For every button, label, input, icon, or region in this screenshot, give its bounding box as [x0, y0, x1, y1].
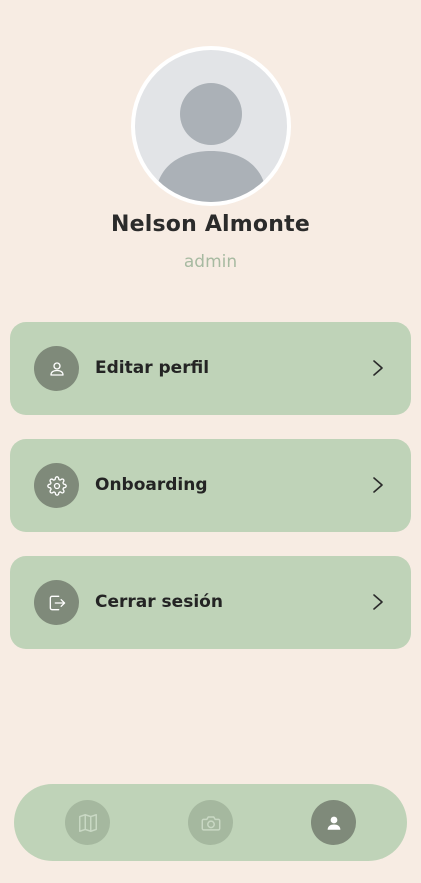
user-icon — [327, 816, 340, 830]
user-role: admin — [183, 252, 238, 272]
profile-avatar — [131, 46, 291, 206]
menu-item-label: Onboarding — [95, 475, 208, 495]
nav-profile-button[interactable] — [311, 800, 356, 845]
map-icon — [78, 813, 97, 832]
user-icon — [34, 346, 79, 391]
chevron-right-icon — [373, 594, 383, 610]
chevron-right-icon — [373, 477, 383, 493]
camera-icon — [201, 815, 220, 831]
gear-icon — [34, 463, 79, 508]
bottom-navigation — [14, 784, 407, 861]
avatar-placeholder — [135, 50, 287, 202]
nav-camera-button[interactable] — [188, 800, 233, 845]
menu-item-label: Editar perfil — [95, 358, 210, 378]
menu-item-edit-profile[interactable]: Editar perfil — [10, 322, 411, 415]
menu-item-onboarding[interactable]: Onboarding — [10, 439, 411, 532]
nav-map-button[interactable] — [65, 800, 110, 845]
logout-icon — [34, 580, 79, 625]
user-name: Nelson Almonte — [111, 212, 310, 237]
menu-item-label: Cerrar sesión — [95, 592, 223, 612]
menu-item-logout[interactable]: Cerrar sesión — [10, 556, 411, 649]
default-user-icon — [155, 83, 267, 202]
chevron-right-icon — [373, 360, 383, 376]
